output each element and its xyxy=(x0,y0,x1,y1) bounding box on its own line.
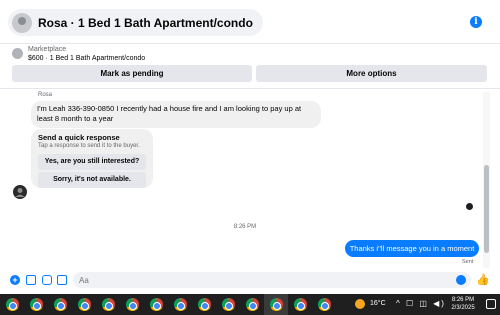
taskbar-app-button[interactable] xyxy=(24,294,48,315)
incoming-message: I'm Leah 336-390-0850 I recently had a h… xyxy=(31,101,321,128)
taskbar-app-button[interactable] xyxy=(168,294,192,315)
weather-icon[interactable] xyxy=(355,299,365,309)
message-status: Sent xyxy=(462,259,474,265)
sender-name: Rosa xyxy=(38,92,53,98)
windows-taskbar: 16°C ^ ☐ ◫ ◀) 8:26 PM 2/3/2025 xyxy=(0,294,500,315)
chrome-icon xyxy=(101,298,115,311)
seen-icon xyxy=(466,203,473,210)
quick-response-option[interactable]: Yes, are you still interested? xyxy=(38,154,146,170)
outgoing-message: Thanks i''ll message you in a moment xyxy=(345,240,479,257)
scrollbar-thumb[interactable] xyxy=(484,165,489,253)
more-options-button[interactable]: More options xyxy=(256,65,487,82)
notification-icon[interactable] xyxy=(486,299,496,309)
chrome-icon xyxy=(77,298,91,311)
taskbar-app-button[interactable] xyxy=(120,294,144,315)
listing-thumbnail[interactable] xyxy=(12,48,23,59)
listing-label: Marketplace xyxy=(28,46,67,53)
plus-icon[interactable]: + xyxy=(10,275,20,285)
message-timestamp: 8:26 PM xyxy=(233,224,257,230)
message-input[interactable] xyxy=(73,272,471,288)
taskbar-app-button[interactable] xyxy=(72,294,96,315)
gallery-icon[interactable] xyxy=(26,275,36,285)
system-tray-icons[interactable]: ^ ☐ ◫ ◀) xyxy=(396,299,446,308)
contact-avatar xyxy=(12,12,32,33)
chrome-icon xyxy=(149,298,163,311)
temperature[interactable]: 16°C xyxy=(370,300,386,307)
emoji-icon[interactable] xyxy=(456,275,466,285)
taskbar-app-button[interactable] xyxy=(240,294,264,315)
message-composer: + 👍 xyxy=(0,268,500,292)
taskbar-app-button[interactable] xyxy=(216,294,240,315)
quick-response-title: Send a quick response xyxy=(38,133,120,142)
mark-as-pending-button[interactable]: Mark as pending xyxy=(12,65,252,82)
gif-icon[interactable] xyxy=(57,275,67,285)
chrome-icon xyxy=(5,298,19,311)
chrome-icon xyxy=(53,298,67,311)
clock-time: 8:26 PM xyxy=(451,297,475,303)
contact-avatar-small xyxy=(13,185,27,199)
taskbar-app-button[interactable] xyxy=(96,294,120,315)
chrome-icon xyxy=(29,298,43,311)
taskbar-app-button[interactable] xyxy=(288,294,312,315)
taskbar-app-button[interactable] xyxy=(312,294,336,315)
thread-scrollbar[interactable] xyxy=(483,92,490,268)
chrome-icon xyxy=(173,298,187,311)
messenger-window: Rosa · 1 Bed 1 Bath Apartment/condo i Ma… xyxy=(0,0,500,315)
taskbar-app-button[interactable] xyxy=(48,294,72,315)
info-icon[interactable]: i xyxy=(470,16,482,28)
clock-date: 2/3/2025 xyxy=(451,305,475,311)
chrome-icon xyxy=(317,298,331,311)
sticker-icon[interactable] xyxy=(42,275,52,285)
chrome-icon xyxy=(221,298,235,311)
taskbar-app-button[interactable] xyxy=(144,294,168,315)
marketplace-listing: Marketplace $600 · 1 Bed 1 Bath Apartmen… xyxy=(0,44,500,88)
listing-title[interactable]: $600 · 1 Bed 1 Bath Apartment/condo xyxy=(28,55,145,62)
chrome-icon xyxy=(269,298,283,311)
taskbar-app-button[interactable] xyxy=(0,294,24,315)
chrome-icon xyxy=(245,298,259,311)
quick-response-option[interactable]: Sorry, it's not available. xyxy=(38,172,146,188)
conversation-title: Rosa · 1 Bed 1 Bath Apartment/condo xyxy=(38,15,253,30)
quick-response-card: Send a quick response Tap a response to … xyxy=(31,129,153,188)
chrome-icon xyxy=(197,298,211,311)
taskbar-clock[interactable]: 8:26 PM 2/3/2025 xyxy=(446,296,480,312)
thumbs-up-icon[interactable]: 👍 xyxy=(476,273,490,286)
conversation-header: Rosa · 1 Bed 1 Bath Apartment/condo i xyxy=(0,0,500,44)
chrome-icon xyxy=(293,298,307,311)
taskbar-apps xyxy=(0,294,336,315)
quick-response-subtitle: Tap a response to send it to the buyer. xyxy=(38,143,140,149)
chrome-icon xyxy=(125,298,139,311)
conversation-title-chip[interactable]: Rosa · 1 Bed 1 Bath Apartment/condo xyxy=(8,9,263,36)
taskbar-app-button[interactable] xyxy=(264,294,288,315)
taskbar-app-button[interactable] xyxy=(192,294,216,315)
